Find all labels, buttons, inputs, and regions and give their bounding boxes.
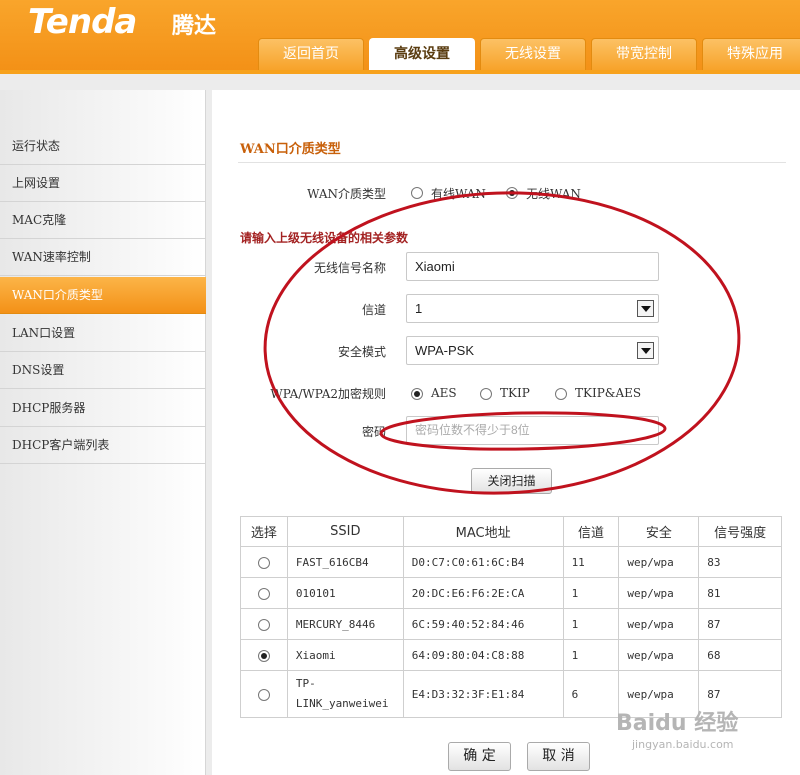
row-select-cell[interactable] [240, 577, 288, 609]
row-select-radio[interactable] [257, 688, 270, 701]
security-mode-label: 安全模式 [337, 345, 386, 359]
encryption-aes-label: AES [431, 386, 457, 400]
security-cell: wep/wpa [618, 608, 700, 640]
ssid-input[interactable]: Xiaomi [406, 252, 659, 281]
encryption-tkip-label: TKIP [500, 386, 530, 400]
channel-cell: 11 [562, 546, 620, 578]
tab-home[interactable]: 返回首页 [258, 38, 364, 70]
main-panel: WAN口介质类型 WAN介质类型 有线WAN 无线WAN 请输入上级无线设备的相… [212, 90, 800, 775]
tab-bandwidth-control[interactable]: 带宽控制 [591, 38, 697, 70]
ssid-cell: 010101 [286, 577, 404, 609]
mac-cell: 6C:59:40:52:84:46 [402, 608, 564, 640]
mac-cell: 64:09:80:04:C8:88 [402, 639, 564, 671]
sidebar-item-mac-clone[interactable]: MAC克隆 [0, 202, 206, 239]
row-select-radio[interactable] [257, 556, 270, 569]
channel-label: 信道 [361, 303, 386, 317]
ssid-label: 无线信号名称 [313, 261, 386, 275]
sidebar-item-dhcp-server[interactable]: DHCP服务器 [0, 390, 206, 427]
row-select-radio[interactable] [257, 587, 270, 600]
encryption-aes-radio[interactable] [411, 388, 423, 400]
channel-cell: 1 [562, 639, 620, 671]
sidebar-item-status[interactable]: 运行状态 [0, 128, 206, 165]
col-ssid-header: SSID [286, 516, 404, 547]
wan-medium-wired-radio[interactable] [411, 187, 423, 199]
sidebar-item-lan-setup[interactable]: LAN口设置 [0, 315, 206, 352]
wan-medium-wireless-radio[interactable] [506, 187, 518, 199]
table-row[interactable]: FAST_616CB4 D0:C7:C0:61:6C:B4 11 wep/wpa… [240, 546, 782, 578]
sidebar-item-dhcp-clients[interactable]: DHCP客户端列表 [0, 427, 206, 464]
sidebar: 运行状态 上网设置 MAC克隆 WAN速率控制 WAN口介质类型 LAN口设置 … [0, 90, 206, 775]
sidebar-item-wan-medium[interactable]: WAN口介质类型 [0, 277, 206, 314]
security-cell: wep/wpa [618, 546, 700, 578]
tenda-logo-cn: 腾达 [172, 14, 217, 39]
row-select-radio[interactable] [257, 649, 270, 662]
col-security-header: 安全 [618, 516, 700, 547]
signal-cell: 68 [698, 639, 782, 671]
table-row[interactable]: Xiaomi 64:09:80:04:C8:88 1 wep/wpa 68 [240, 639, 782, 671]
channel-cell: 1 [562, 577, 620, 609]
sidebar-item-internet-setup[interactable]: 上网设置 [0, 165, 206, 202]
row-select-cell[interactable] [240, 639, 288, 671]
table-header-row: 选择 SSID MAC地址 信道 安全 信号强度 [240, 516, 782, 547]
security-mode-select[interactable]: WPA-PSK [406, 336, 659, 365]
page-title: WAN口介质类型 [240, 142, 341, 157]
signal-cell: 81 [698, 577, 782, 609]
channel-select[interactable]: 1 [406, 294, 659, 323]
encryption-label: WPA/WPA2加密规则 [270, 387, 386, 401]
scan-results-table: 选择 SSID MAC地址 信道 安全 信号强度 FAST_616CB4 D0:… [240, 516, 782, 718]
wan-medium-wired-label: 有线WAN [431, 187, 486, 201]
row-select-cell[interactable] [240, 546, 288, 578]
password-input[interactable]: 密码位数不得少于8位 [406, 416, 659, 445]
ssid-cell: Xiaomi [286, 639, 404, 671]
security-cell: wep/wpa [618, 639, 700, 671]
sidebar-item-dns[interactable]: DNS设置 [0, 352, 206, 389]
channel-value: 1 [415, 301, 423, 316]
wan-medium-wireless-label: 无线WAN [526, 187, 581, 201]
col-mac-header: MAC地址 [402, 516, 564, 547]
ssid-cell: TP-LINK_yanweiwei [286, 670, 404, 718]
col-select-header: 选择 [240, 516, 288, 547]
encryption-tkip-radio[interactable] [480, 388, 492, 400]
mac-cell: E4:D3:32:3F:E1:84 [402, 670, 564, 718]
tenda-logo: Tenda [28, 2, 137, 42]
params-subheading: 请输入上级无线设备的相关参数 [240, 231, 409, 245]
row-select-cell[interactable] [240, 608, 288, 640]
encryption-tkip-aes-radio[interactable] [555, 388, 567, 400]
encryption-tkip-aes-label: TKIP&AES [575, 386, 642, 400]
tab-advanced-settings[interactable]: 高级设置 [369, 38, 475, 71]
ok-button[interactable]: 确 定 [448, 742, 511, 771]
security-mode-value: WPA-PSK [415, 343, 474, 358]
ssid-cell: MERCURY_8446 [286, 608, 404, 640]
title-divider [238, 162, 786, 163]
chevron-down-icon[interactable] [637, 342, 654, 359]
col-signal-header: 信号强度 [698, 516, 782, 547]
close-scan-button[interactable]: 关闭扫描 [471, 468, 552, 494]
table-row[interactable]: MERCURY_8446 6C:59:40:52:84:46 1 wep/wpa… [240, 608, 782, 640]
header: Tenda 腾达 返回首页 高级设置 无线设置 带宽控制 特殊应用 [0, 0, 800, 71]
ssid-cell: FAST_616CB4 [286, 546, 404, 578]
col-channel-header: 信道 [562, 516, 620, 547]
mac-cell: 20:DC:E6:F6:2E:CA [402, 577, 564, 609]
signal-cell: 87 [698, 608, 782, 640]
table-row[interactable]: 010101 20:DC:E6:F6:2E:CA 1 wep/wpa 81 [240, 577, 782, 609]
tab-wireless-settings[interactable]: 无线设置 [480, 38, 586, 70]
channel-cell: 6 [562, 670, 620, 718]
mac-cell: D0:C7:C0:61:6C:B4 [402, 546, 564, 578]
wan-medium-label: WAN介质类型 [307, 187, 386, 201]
channel-cell: 1 [562, 608, 620, 640]
signal-cell: 83 [698, 546, 782, 578]
security-cell: wep/wpa [618, 577, 700, 609]
baidu-watermark: Baidu 经验 [616, 711, 739, 736]
cancel-button[interactable]: 取 消 [527, 742, 590, 771]
tab-special-apps[interactable]: 特殊应用 [702, 38, 800, 70]
row-select-cell[interactable] [240, 670, 288, 718]
chevron-down-icon[interactable] [637, 300, 654, 317]
sidebar-item-wan-speed[interactable]: WAN速率控制 [0, 239, 206, 276]
header-stripe [0, 70, 800, 74]
baidu-watermark-url: jingyan.baidu.com [632, 738, 734, 751]
row-select-radio[interactable] [257, 618, 270, 631]
ssid-text: TP-LINK_yanweiwei [295, 677, 389, 710]
password-label: 密码 [361, 425, 386, 439]
